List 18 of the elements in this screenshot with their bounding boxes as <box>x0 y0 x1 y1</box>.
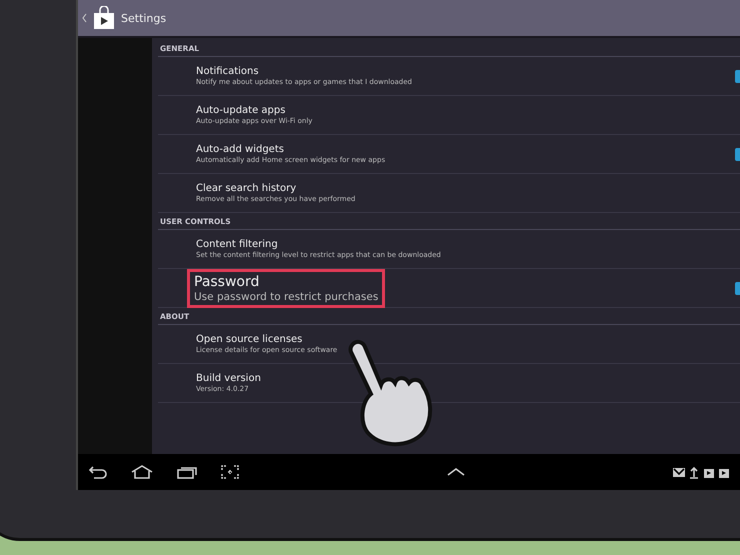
setting-summary: Use password to restrict purchases <box>194 290 378 302</box>
setting-title: Auto-add widgets <box>196 144 285 155</box>
back-caret-icon[interactable] <box>82 13 87 23</box>
back-icon[interactable] <box>88 465 108 479</box>
shopping-bag-play-icon[interactable] <box>93 6 115 30</box>
setting-title: Open source licenses <box>196 334 304 345</box>
setting-title: Password <box>194 274 260 290</box>
screen-title: Settings <box>121 12 166 24</box>
status-icons-drawing <box>672 465 732 479</box>
setting-title: Auto-update apps <box>196 105 286 116</box>
setting-title: Clear search history <box>196 183 298 194</box>
home-icon[interactable] <box>130 465 154 479</box>
setting-title: Notifications <box>196 66 260 77</box>
screenshot-icon[interactable] <box>220 465 240 479</box>
recent-apps-icon[interactable] <box>176 465 198 479</box>
up-caret-icon[interactable] <box>446 467 466 477</box>
setting-title: Content filtering <box>196 239 279 250</box>
setting-title: Build version <box>196 373 261 384</box>
